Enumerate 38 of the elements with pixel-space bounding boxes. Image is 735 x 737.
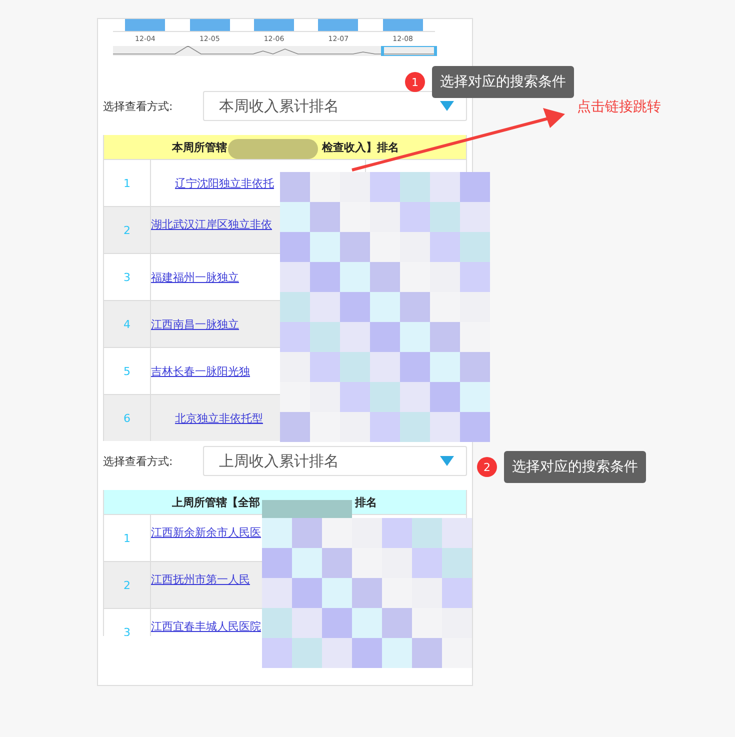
- view-select[interactable]: 上周收入累计排名: [203, 446, 467, 476]
- rank-number: 3: [124, 270, 130, 284]
- range-handle[interactable]: [381, 46, 437, 56]
- hospital-link[interactable]: 福建福州一脉独立: [151, 270, 239, 284]
- tooltip: 选择对应的搜索条件: [432, 66, 574, 98]
- hospital-link[interactable]: 北京独立非依托型: [175, 410, 263, 426]
- overview-bar: [318, 19, 358, 31]
- filter-label: 选择查看方式:: [103, 98, 174, 114]
- step-badge: 2: [477, 457, 497, 477]
- rank-number: 2: [124, 224, 130, 236]
- rank-number: 5: [124, 364, 130, 378]
- rank-number: 1: [124, 532, 130, 544]
- hospital-link[interactable]: 湖北武汉江岸区独立非依: [151, 217, 272, 232]
- rank-number: 2: [124, 578, 130, 592]
- overview-bar: [254, 19, 294, 31]
- view-select[interactable]: 本周收入累计排名: [203, 91, 467, 121]
- filter-label: 选择查看方式:: [103, 454, 174, 468]
- hospital-link[interactable]: 江西南昌一脉独立: [151, 316, 239, 332]
- dropdown-icon: [440, 456, 454, 466]
- dropdown-icon: [440, 101, 454, 111]
- rank-number: 4: [124, 318, 130, 330]
- header-text: 上周所管辖【全部: [172, 494, 260, 510]
- rank-number: 1: [124, 176, 130, 190]
- hospital-link[interactable]: 江西新余新余市人民医: [151, 525, 261, 540]
- header-text: 检查收入】排名: [322, 140, 399, 154]
- header-text: 排名: [355, 494, 377, 510]
- overview-bar: [125, 19, 166, 31]
- rank-number: 6: [124, 412, 130, 424]
- header-text: 本周所管辖: [172, 140, 227, 154]
- rank-number: 3: [124, 626, 130, 636]
- tooltip: 选择对应的搜索条件: [504, 451, 646, 483]
- annotation-text: 点击链接跳转: [577, 98, 661, 116]
- hospital-link[interactable]: 吉林长春一脉阳光独: [151, 364, 250, 378]
- overview-bar: [190, 19, 230, 31]
- hospital-link[interactable]: 江西宜春丰城人民医院: [151, 619, 261, 634]
- hospital-link[interactable]: 辽宁沈阳独立非依托: [175, 176, 274, 190]
- hospital-link[interactable]: 江西抚州市第一人民: [151, 572, 250, 587]
- overview-bar: [382, 19, 423, 31]
